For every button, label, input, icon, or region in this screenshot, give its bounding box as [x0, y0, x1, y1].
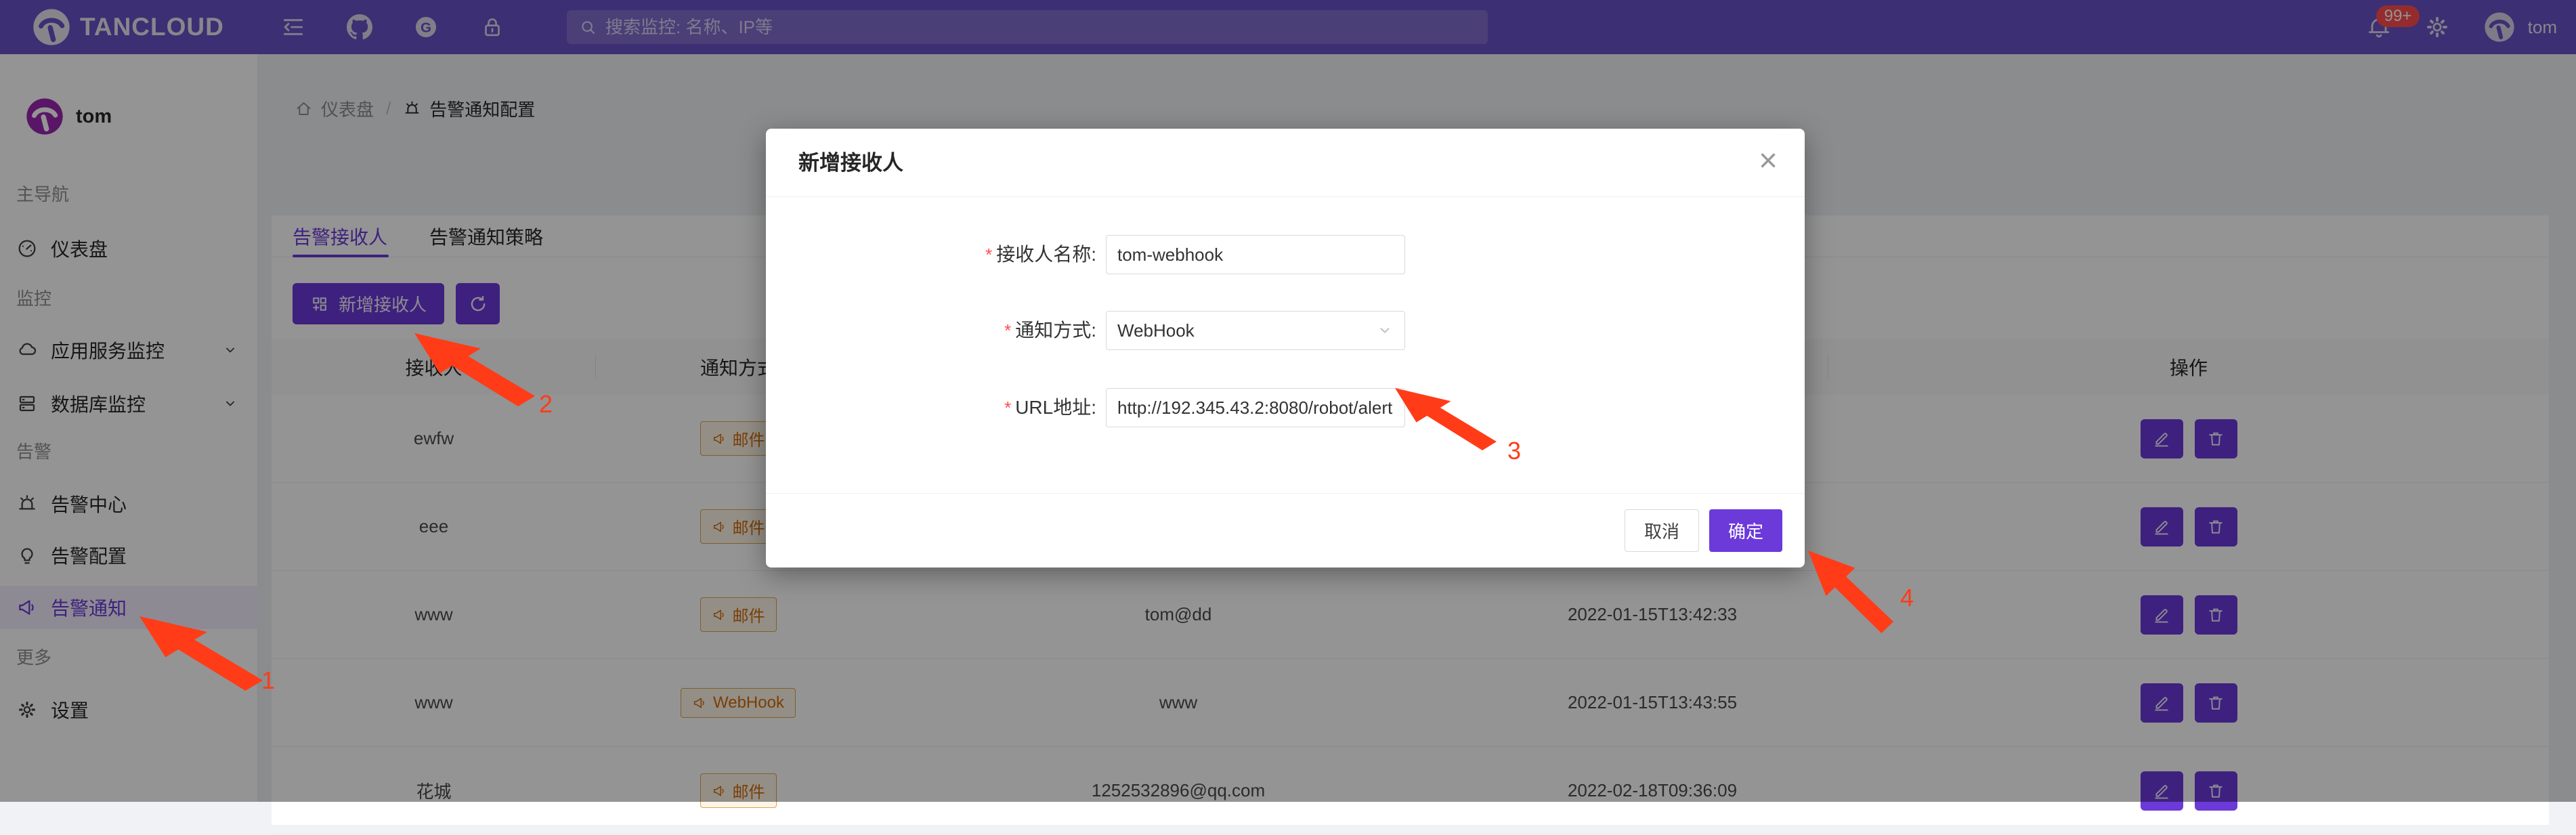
- annotation-label-2: 2: [539, 390, 553, 419]
- add-receiver-modal: 新增接收人 × *接收人名称: *通知方式: WebHook *URL地址: 取…: [766, 129, 1805, 568]
- receiver-name-label: *接收人名称:: [766, 235, 1096, 274]
- annotation-label-1: 1: [261, 666, 275, 695]
- cancel-button[interactable]: 取消: [1625, 509, 1699, 552]
- notify-method-value: WebHook: [1117, 320, 1195, 341]
- required-asterisk: *: [1004, 398, 1011, 418]
- annotation-arrow-4: [1808, 551, 1893, 633]
- url-field[interactable]: [1106, 388, 1405, 427]
- annotation-arrow-3: [1395, 388, 1497, 450]
- modal-title: 新增接收人: [798, 129, 903, 197]
- confirm-button[interactable]: 确定: [1709, 509, 1782, 552]
- annotation-arrow-1: [139, 616, 263, 691]
- annotation-label-4: 4: [1900, 584, 1914, 612]
- select-chevron-icon: [1376, 322, 1394, 339]
- receiver-name-field[interactable]: [1106, 235, 1405, 274]
- url-label: *URL地址:: [766, 388, 1096, 427]
- close-icon[interactable]: ×: [1759, 141, 1778, 181]
- notify-method-select[interactable]: WebHook: [1106, 311, 1405, 350]
- notify-method-label: *通知方式:: [766, 311, 1096, 350]
- required-asterisk: *: [985, 244, 992, 265]
- annotation-label-3: 3: [1507, 437, 1521, 465]
- annotation-arrow-2: [414, 333, 535, 406]
- required-asterisk: *: [1004, 320, 1011, 341]
